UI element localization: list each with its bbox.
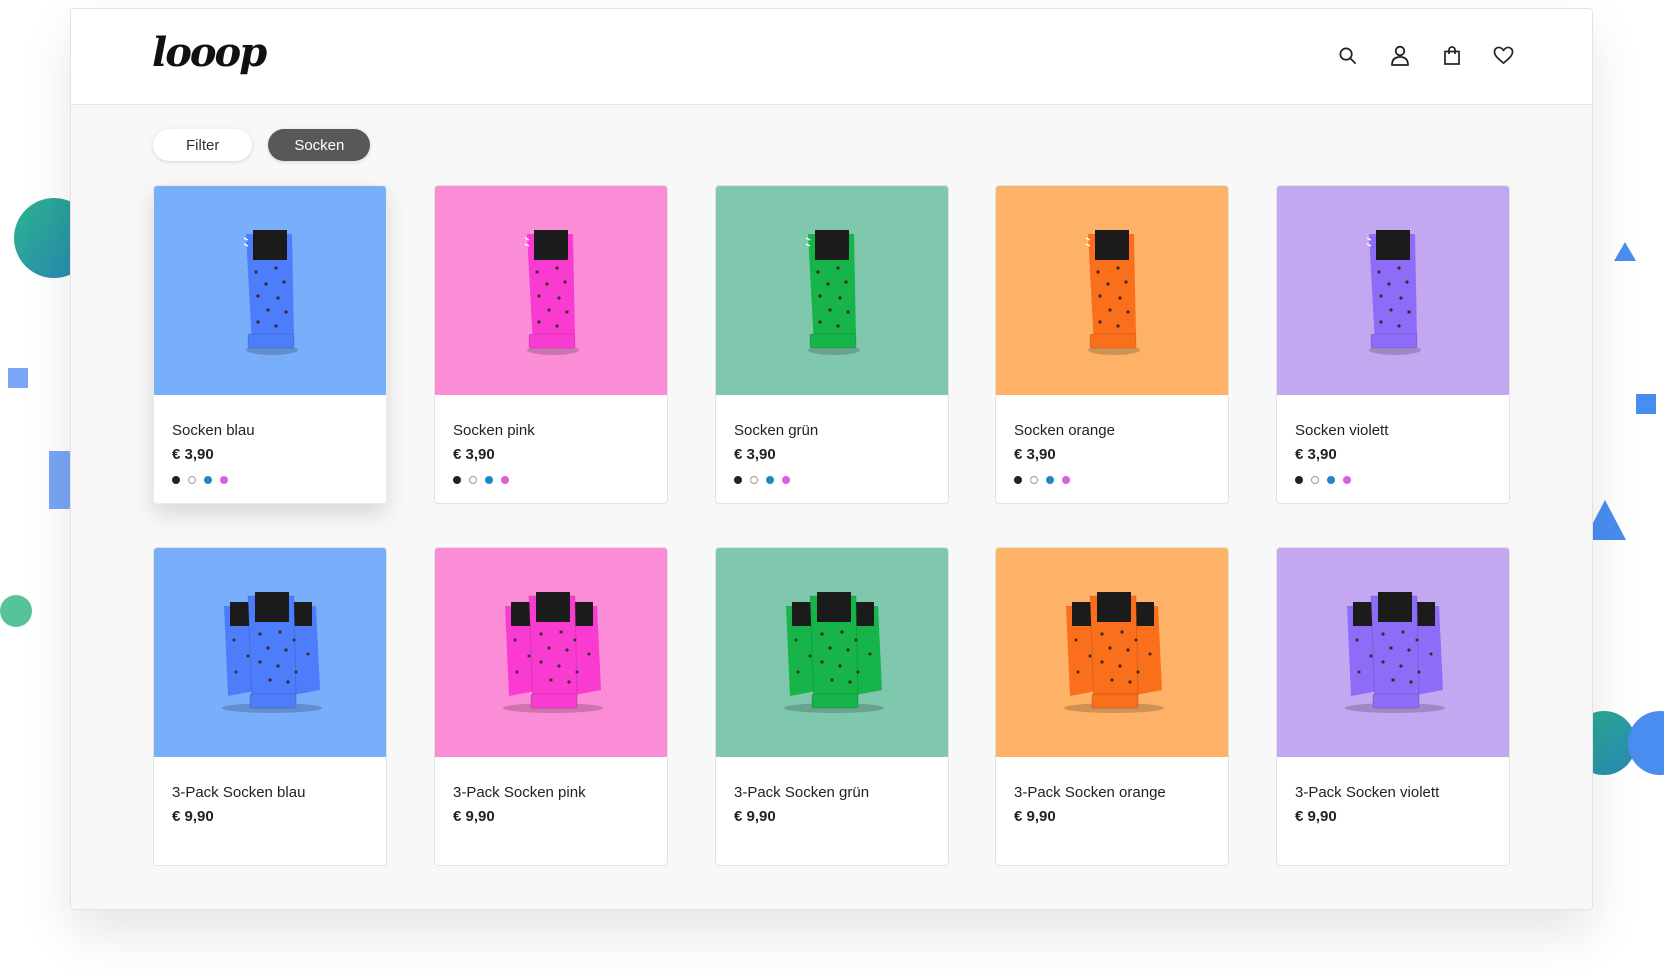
decorative-bar [49, 451, 71, 509]
color-swatch[interactable] [1030, 476, 1038, 484]
color-swatch[interactable] [501, 476, 509, 484]
decorative-dot [0, 595, 32, 627]
color-swatches [172, 476, 228, 484]
brand-logo[interactable]: looop [152, 29, 267, 76]
color-swatches [1295, 476, 1351, 484]
product-price: € 9,90 [453, 808, 495, 825]
heart-icon[interactable] [1491, 43, 1516, 68]
color-swatch[interactable] [220, 476, 228, 484]
product-name[interactable]: 3-Pack Socken blau [172, 784, 305, 801]
product-price: € 9,90 [172, 808, 214, 825]
color-swatch[interactable] [188, 476, 196, 484]
color-swatch[interactable] [453, 476, 461, 484]
color-swatch[interactable] [766, 476, 774, 484]
product-name[interactable]: 3-Pack Socken pink [453, 784, 586, 801]
category-chip-socken[interactable]: Socken [268, 129, 371, 161]
color-swatch[interactable] [1046, 476, 1054, 484]
color-swatch[interactable] [1343, 476, 1351, 484]
product-name[interactable]: Socken blau [172, 422, 255, 439]
product-image[interactable] [716, 186, 948, 395]
product-image[interactable] [435, 548, 667, 757]
product-name[interactable]: Socken grün [734, 422, 818, 439]
decorative-triangle [1614, 242, 1636, 261]
product-image[interactable] [996, 548, 1228, 757]
color-swatch[interactable] [734, 476, 742, 484]
product-price: € 9,90 [1014, 808, 1056, 825]
color-swatch[interactable] [1295, 476, 1303, 484]
product-price: € 9,90 [734, 808, 776, 825]
product-price: € 3,90 [172, 446, 214, 463]
product-image[interactable] [716, 548, 948, 757]
product-name[interactable]: Socken orange [1014, 422, 1115, 439]
filter-button[interactable]: Filter [153, 129, 253, 161]
color-swatch[interactable] [1311, 476, 1319, 484]
product-image[interactable] [1277, 548, 1509, 757]
color-swatch[interactable] [485, 476, 493, 484]
product-card[interactable]: Socken grün € 3,90 [715, 185, 949, 504]
product-price: € 9,90 [1295, 808, 1337, 825]
decorative-square [1636, 394, 1656, 414]
product-price: € 3,90 [453, 446, 495, 463]
product-name[interactable]: Socken pink [453, 422, 535, 439]
product-card[interactable]: 3-Pack Socken pink € 9,90 [434, 547, 668, 866]
decorative-square [8, 368, 28, 388]
product-image[interactable] [154, 548, 386, 757]
color-swatch[interactable] [204, 476, 212, 484]
decorative-circle [1628, 711, 1664, 775]
product-card[interactable]: 3-Pack Socken grün € 9,90 [715, 547, 949, 866]
product-name[interactable]: 3-Pack Socken violett [1295, 784, 1439, 801]
product-image[interactable] [996, 186, 1228, 395]
product-price: € 3,90 [1295, 446, 1337, 463]
product-card[interactable]: 3-Pack Socken orange € 9,90 [995, 547, 1229, 866]
product-price: € 3,90 [734, 446, 776, 463]
color-swatches [1014, 476, 1070, 484]
product-card[interactable]: Socken pink € 3,90 [434, 185, 668, 504]
product-name[interactable]: 3-Pack Socken grün [734, 784, 869, 801]
product-card[interactable]: Socken violett € 3,90 [1276, 185, 1510, 504]
color-swatches [453, 476, 509, 484]
header-actions [1335, 43, 1516, 68]
product-card[interactable]: 3-Pack Socken violett € 9,90 [1276, 547, 1510, 866]
user-icon[interactable] [1387, 43, 1412, 68]
shop-window: looop Filter Socken Socken blau € 3,90 S… [70, 8, 1593, 910]
product-name[interactable]: 3-Pack Socken orange [1014, 784, 1166, 801]
search-icon[interactable] [1335, 43, 1360, 68]
product-image[interactable] [154, 186, 386, 395]
color-swatches [734, 476, 790, 484]
product-card[interactable]: Socken blau € 3,90 [153, 185, 387, 504]
color-swatch[interactable] [469, 476, 477, 484]
color-swatch[interactable] [782, 476, 790, 484]
product-image[interactable] [1277, 186, 1509, 395]
color-swatch[interactable] [1062, 476, 1070, 484]
product-price: € 3,90 [1014, 446, 1056, 463]
color-swatch[interactable] [1014, 476, 1022, 484]
product-card[interactable]: 3-Pack Socken blau € 9,90 [153, 547, 387, 866]
product-image[interactable] [435, 186, 667, 395]
product-card[interactable]: Socken orange € 3,90 [995, 185, 1229, 504]
color-swatch[interactable] [1327, 476, 1335, 484]
color-swatch[interactable] [172, 476, 180, 484]
filter-bar: Filter Socken [153, 129, 371, 161]
site-header: looop [71, 9, 1592, 105]
color-swatch[interactable] [750, 476, 758, 484]
shopping-bag-icon[interactable] [1439, 43, 1464, 68]
product-name[interactable]: Socken violett [1295, 422, 1388, 439]
